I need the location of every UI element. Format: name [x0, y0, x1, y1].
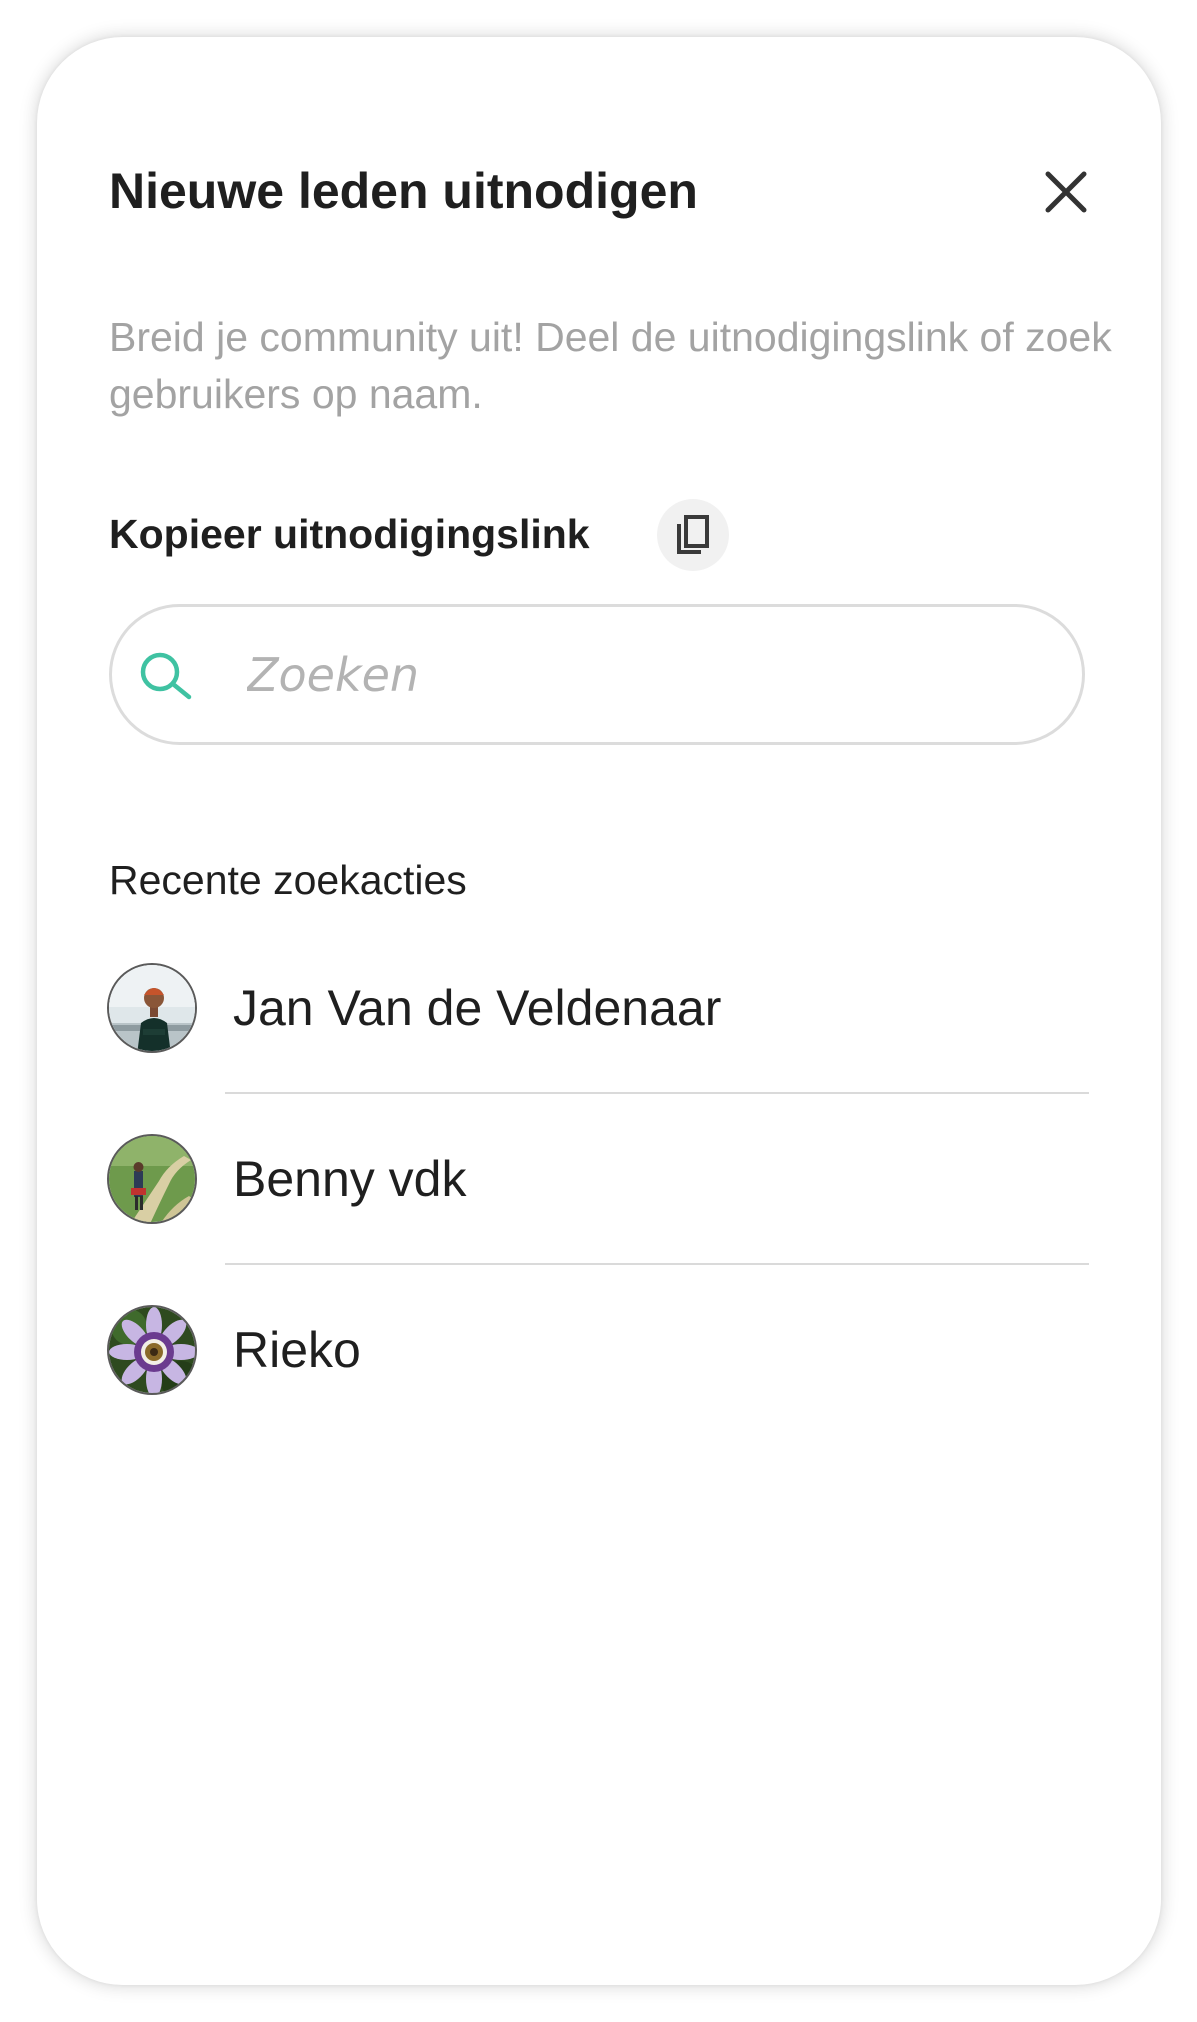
recent-search-item[interactable]: Rieko: [37, 1265, 1161, 1436]
copy-invite-link-label[interactable]: Kopieer uitnodigingslink: [109, 506, 590, 562]
search-icon: [140, 652, 192, 700]
recent-search-name: Benny vdk: [233, 1151, 467, 1207]
recent-search-name: Jan Van de Veldenaar: [233, 980, 722, 1036]
invite-members-dialog: Nieuwe leden uitnodigen Breid je communi…: [37, 37, 1161, 1985]
close-icon: [1045, 171, 1087, 213]
recent-search-item[interactable]: Benny vdk: [37, 1094, 1161, 1265]
recent-search-name: Rieko: [233, 1322, 361, 1378]
dialog-description: Breid je community uit! Deel de uitnodig…: [109, 314, 1112, 417]
recent-searches-list: Jan Van de Veldenaar Benny vdk Rieko: [37, 923, 1161, 1436]
search-field[interactable]: [109, 604, 1085, 745]
recent-searches-heading: Recente zoekacties: [109, 857, 467, 903]
recent-search-item[interactable]: Jan Van de Veldenaar: [37, 923, 1161, 1094]
avatar: [107, 1305, 197, 1395]
close-button[interactable]: [1040, 166, 1092, 218]
copy-icon: [677, 515, 709, 554]
avatar: [107, 963, 197, 1053]
search-input[interactable]: [247, 633, 1047, 717]
avatar: [107, 1134, 197, 1224]
screen: Nieuwe leden uitnodigen Breid je communi…: [0, 0, 1197, 2022]
copy-invite-link-button[interactable]: [657, 499, 729, 571]
dialog-title: Nieuwe leden uitnodigen: [109, 163, 698, 219]
